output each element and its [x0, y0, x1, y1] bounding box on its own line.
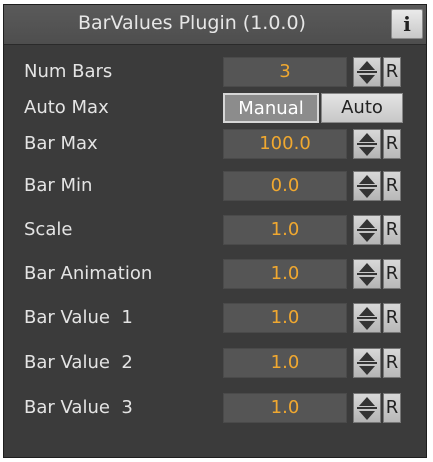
row-bar-max: Bar Max 100.0 R — [4, 127, 426, 163]
arrow-up-icon — [359, 61, 375, 70]
bar-animation-label: Bar Animation — [24, 263, 153, 284]
bar-value-1-label: Bar Value 1 — [24, 307, 133, 328]
num-bars-reset-button[interactable]: R — [383, 57, 401, 87]
spinner-divider — [357, 229, 377, 231]
arrow-down-icon — [359, 233, 375, 242]
plugin-panel: BarValues Plugin (1.0.0) i Num Bars 3 R … — [3, 4, 427, 458]
spinner-divider — [357, 273, 377, 275]
spinner-divider — [357, 317, 377, 319]
bar-animation-reset-button[interactable]: R — [383, 259, 401, 289]
bar-value-2-reset-button[interactable]: R — [383, 348, 401, 378]
row-bar-animation: Bar Animation 1.0 R — [4, 257, 426, 293]
bar-value-1-spinner[interactable] — [353, 303, 381, 333]
arrow-up-icon — [359, 352, 375, 361]
row-num-bars: Num Bars 3 R — [4, 55, 426, 91]
auto-max-manual-button[interactable]: Manual — [223, 93, 319, 123]
arrow-up-icon — [359, 175, 375, 184]
row-bar-value-2: Bar Value 2 1.0 R — [4, 346, 426, 382]
info-icon: i — [403, 12, 411, 36]
arrow-down-icon — [359, 411, 375, 420]
row-bar-min: Bar Min 0.0 R — [4, 169, 426, 205]
bar-min-label: Bar Min — [24, 175, 93, 196]
row-scale: Scale 1.0 R — [4, 213, 426, 249]
scale-field[interactable]: 1.0 — [223, 215, 347, 245]
num-bars-label: Num Bars — [24, 61, 113, 82]
spinner-divider — [357, 143, 377, 145]
bar-min-spinner[interactable] — [353, 171, 381, 201]
bar-animation-spinner[interactable] — [353, 259, 381, 289]
scale-label: Scale — [24, 219, 73, 240]
bar-value-2-label: Bar Value 2 — [24, 352, 133, 373]
spinner-divider — [357, 407, 377, 409]
num-bars-field[interactable]: 3 — [223, 57, 347, 87]
bar-min-reset-button[interactable]: R — [383, 171, 401, 201]
bar-max-spinner[interactable] — [353, 129, 381, 159]
arrow-down-icon — [359, 147, 375, 156]
bar-value-3-spinner[interactable] — [353, 393, 381, 423]
bar-value-1-field[interactable]: 1.0 — [223, 303, 347, 333]
arrow-down-icon — [359, 189, 375, 198]
bar-value-3-label: Bar Value 3 — [24, 397, 133, 418]
bar-value-3-field[interactable]: 1.0 — [223, 393, 347, 423]
scale-reset-button[interactable]: R — [383, 215, 401, 245]
bar-max-label: Bar Max — [24, 133, 98, 154]
row-bar-value-3: Bar Value 3 1.0 R — [4, 391, 426, 427]
arrow-up-icon — [359, 397, 375, 406]
bar-min-field[interactable]: 0.0 — [223, 171, 347, 201]
arrow-down-icon — [359, 75, 375, 84]
bar-value-1-reset-button[interactable]: R — [383, 303, 401, 333]
panel-title: BarValues Plugin (1.0.0) — [78, 12, 306, 34]
info-button[interactable]: i — [391, 9, 423, 39]
num-bars-spinner[interactable] — [353, 57, 381, 87]
panel-titlebar: BarValues Plugin (1.0.0) i — [4, 5, 426, 45]
auto-max-auto-button[interactable]: Auto — [321, 93, 403, 123]
arrow-up-icon — [359, 307, 375, 316]
arrow-up-icon — [359, 219, 375, 228]
auto-max-label: Auto Max — [24, 97, 109, 118]
arrow-up-icon — [359, 263, 375, 272]
bar-value-2-spinner[interactable] — [353, 348, 381, 378]
bar-max-field[interactable]: 100.0 — [223, 129, 347, 159]
bar-animation-field[interactable]: 1.0 — [223, 259, 347, 289]
auto-max-toggle-group: Manual Auto — [223, 93, 403, 123]
scale-spinner[interactable] — [353, 215, 381, 245]
spinner-divider — [357, 185, 377, 187]
spinner-divider — [357, 71, 377, 73]
arrow-down-icon — [359, 321, 375, 330]
row-auto-max: Auto Max Manual Auto — [4, 91, 426, 127]
arrow-down-icon — [359, 366, 375, 375]
spinner-divider — [357, 362, 377, 364]
arrow-up-icon — [359, 133, 375, 142]
bar-max-reset-button[interactable]: R — [383, 129, 401, 159]
bar-value-2-field[interactable]: 1.0 — [223, 348, 347, 378]
bar-value-3-reset-button[interactable]: R — [383, 393, 401, 423]
arrow-down-icon — [359, 277, 375, 286]
row-bar-value-1: Bar Value 1 1.0 R — [4, 301, 426, 337]
